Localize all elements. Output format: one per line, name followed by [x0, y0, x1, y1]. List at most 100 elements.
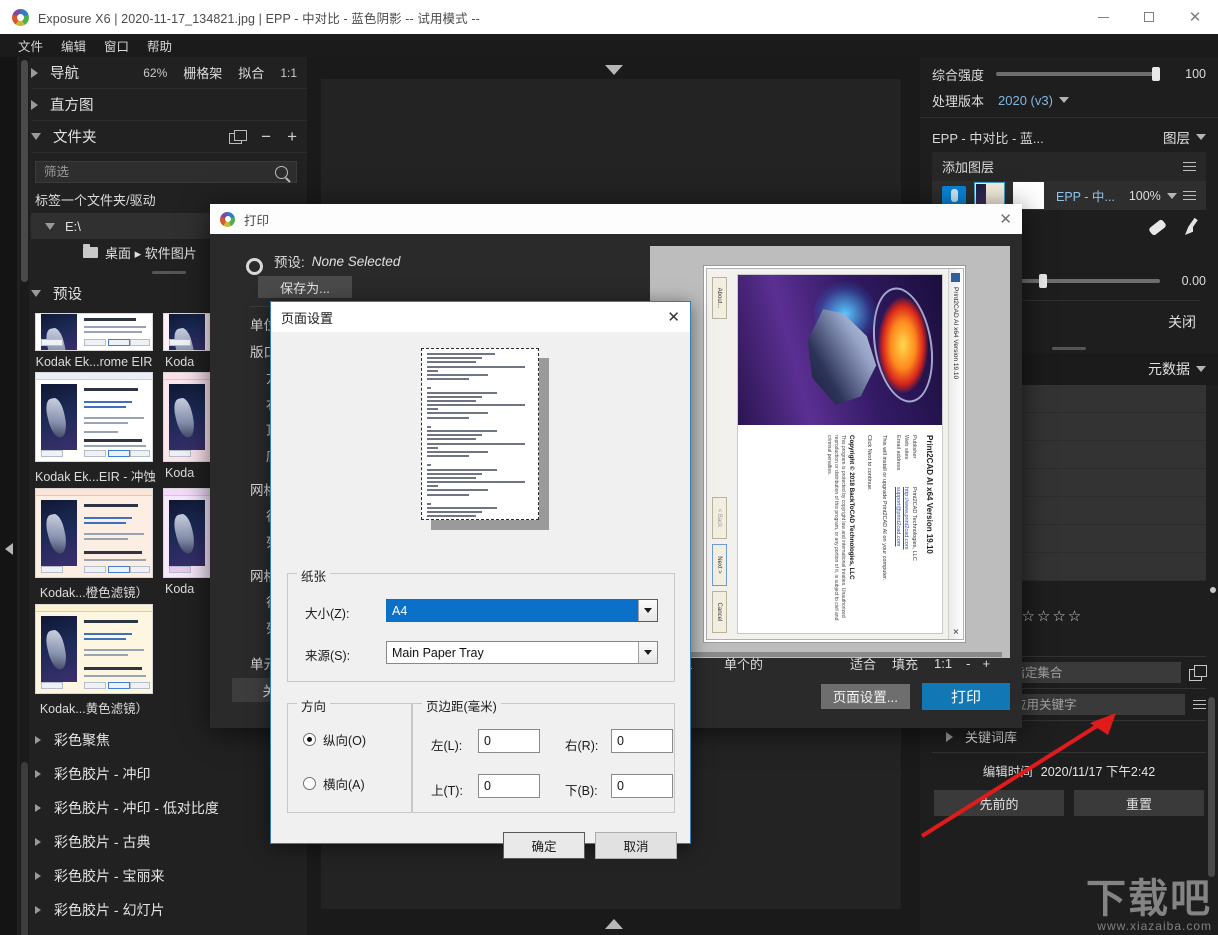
print-fill-button[interactable]: 填充 — [892, 654, 918, 673]
preset-list-item[interactable]: 彩色胶片 - 幻灯片 — [31, 893, 307, 927]
orientation-portrait-radio[interactable]: 纵向(O) — [303, 730, 366, 749]
layer-visibility-icon[interactable] — [942, 185, 966, 206]
nav-grid-button[interactable]: 栅格架 — [183, 63, 222, 82]
metadata-title-label: 元数据 — [1148, 361, 1190, 377]
page-setup-title: 页面设置 — [281, 310, 334, 326]
layers-menu-button[interactable]: 图层 — [1163, 127, 1206, 147]
maximize-button[interactable] — [1126, 0, 1172, 34]
chevron-down-icon[interactable] — [1058, 97, 1069, 103]
preset-list-item[interactable]: 彩色胶片 - 古典 — [31, 825, 307, 859]
reset-button[interactable]: 重置 — [1074, 790, 1204, 816]
orientation-group: 方向 纵向(O) 横向(A) — [287, 696, 412, 813]
menu-help[interactable]: 帮助 — [138, 36, 181, 55]
filmstrip-toggle-top-icon[interactable] — [604, 65, 623, 75]
preset-list-item[interactable]: 彩色胶片 - 宝丽来 — [31, 859, 307, 893]
print-single-mode[interactable]: 单个的 — [724, 654, 820, 673]
add-layer-row[interactable]: 添加图层 — [932, 152, 1206, 181]
layer-name: EPP - 中... — [1056, 190, 1115, 204]
glow-decoration — [877, 297, 928, 393]
panel-resize-handle[interactable] — [152, 271, 186, 274]
menu-edit[interactable]: 编辑 — [52, 36, 95, 55]
nav-1to1-button[interactable]: 1:1 — [280, 66, 297, 80]
section-histogram-label: 直方图 — [50, 98, 94, 114]
margin-right-input[interactable] — [611, 729, 673, 753]
left-panel-scroll-thumb-lower[interactable] — [21, 762, 28, 935]
preset-thumb-item[interactable]: Kodak...黄色滤镜） — [35, 604, 153, 717]
paper-size-combo[interactable]: A4 — [386, 599, 658, 622]
keywords-menu-icon[interactable] — [1193, 697, 1206, 712]
orientation-landscape-label: 横向(A) — [323, 778, 365, 792]
add-layer-menu-icon[interactable] — [1183, 159, 1196, 174]
preset-thumb-item[interactable]: Kodak Ek...EIR - 冲蚀 — [35, 372, 156, 485]
chevron-down-icon[interactable] — [638, 642, 657, 663]
layer-opacity[interactable]: 100% — [1129, 189, 1161, 203]
right-panel-resize-handle[interactable] — [1052, 347, 1086, 350]
folder-filter-input[interactable] — [44, 165, 275, 179]
page-setup-close-button[interactable]: ✕ — [667, 308, 680, 326]
page-setup-ok-button[interactable]: 确定 — [503, 832, 585, 859]
paper-group-label: 纸张 — [297, 566, 331, 585]
left-panel-scroll-thumb[interactable] — [21, 60, 28, 282]
menu-window[interactable]: 窗口 — [95, 36, 138, 55]
margin-top-label: 上(T): — [431, 784, 463, 798]
chevron-right-icon — [946, 731, 953, 742]
process-version-value[interactable]: 2020 (v3) — [998, 93, 1053, 108]
preview-close-icon: ✕ — [951, 628, 960, 635]
folder-filter-box[interactable] — [35, 161, 297, 183]
orientation-landscape-radio[interactable]: 横向(A) — [303, 774, 365, 793]
section-folders[interactable]: 文件夹 − + — [31, 121, 307, 153]
eraser-icon[interactable] — [1148, 218, 1167, 236]
chevron-right-icon — [35, 906, 41, 914]
nav-fit-button[interactable]: 拟合 — [238, 63, 264, 82]
previous-button[interactable]: 先前的 — [934, 790, 1064, 816]
page-setup-button[interactable]: 页面设置... — [820, 683, 910, 709]
minimize-button[interactable] — [1080, 0, 1126, 34]
overall-strength-slider[interactable] — [996, 67, 1160, 81]
print-button[interactable]: 打印 — [922, 682, 1010, 710]
margin-top-input[interactable] — [478, 774, 540, 798]
section-navigation[interactable]: 导航 62% 栅格架 拟合 1:1 — [31, 57, 307, 89]
menu-file[interactable]: 文件 — [9, 36, 52, 55]
paper-source-combo[interactable]: Main Paper Tray — [386, 641, 658, 664]
preset-list-item[interactable]: 彩色胶片 - 冲印 — [31, 757, 307, 791]
preset-thumb-item[interactable]: Kodak...橙色滤镜） — [35, 488, 153, 601]
print-dialog-close-button[interactable]: ✕ — [999, 210, 1012, 228]
print-1to1-button[interactable]: 1:1 — [934, 656, 952, 671]
preset-list-item[interactable]: 彩色聚焦 — [31, 723, 307, 757]
close-button[interactable]: 关闭 — [1168, 312, 1196, 332]
layer-menu-icon[interactable] — [1183, 188, 1196, 203]
chevron-down-icon[interactable] — [638, 600, 657, 621]
page-setup-cancel-button[interactable]: 取消 — [595, 832, 677, 859]
print-fit-button[interactable]: 适合 — [850, 654, 876, 673]
collection-copy-icon[interactable] — [1189, 665, 1207, 681]
margin-left-input[interactable] — [478, 729, 540, 753]
slider-knob[interactable] — [1152, 67, 1160, 81]
chevron-left-icon — [5, 543, 13, 555]
print-action-buttons: 页面设置... 打印 — [652, 678, 1010, 714]
print-zoom-in-button[interactable]: + — [982, 656, 990, 671]
new-folder-icon[interactable] — [229, 130, 248, 144]
preset-thumb-item[interactable]: Kodak Ek...rome EIR — [35, 313, 153, 369]
preset-list-item[interactable]: 彩色胶片 - 怀旧 — [31, 927, 307, 935]
remove-folder-button[interactable]: − — [261, 128, 271, 145]
collection-input[interactable] — [1004, 662, 1182, 683]
collapse-left-panel-button[interactable] — [3, 542, 15, 556]
preset-list-item[interactable]: 彩色胶片 - 冲印 - 低对比度 — [31, 791, 307, 825]
right-panel-scroll-thumb[interactable] — [1208, 697, 1215, 877]
slider-knob[interactable] — [1039, 274, 1048, 288]
gear-icon[interactable] — [246, 258, 263, 275]
print-zoom-out-button[interactable]: - — [966, 656, 970, 671]
chevron-down-icon[interactable] — [1166, 192, 1177, 199]
keyword-library-label: 关键词库 — [965, 730, 1018, 745]
margin-bottom-input[interactable] — [611, 774, 673, 798]
section-histogram[interactable]: 直方图 — [31, 89, 307, 121]
installer-paragraph: This will install or upgrade Print2CAD A… — [880, 435, 887, 581]
installer-field-value: http://www.print2cad.com — [902, 487, 909, 550]
save-preset-button[interactable]: 保存为... — [258, 276, 352, 298]
chevron-right-icon — [31, 67, 38, 78]
brush-icon[interactable] — [1182, 218, 1200, 236]
keywords-input[interactable] — [1006, 694, 1185, 715]
filmstrip-toggle-bottom-icon[interactable] — [604, 919, 623, 929]
close-button[interactable]: ✕ — [1172, 0, 1218, 34]
add-folder-button[interactable]: + — [287, 128, 297, 145]
